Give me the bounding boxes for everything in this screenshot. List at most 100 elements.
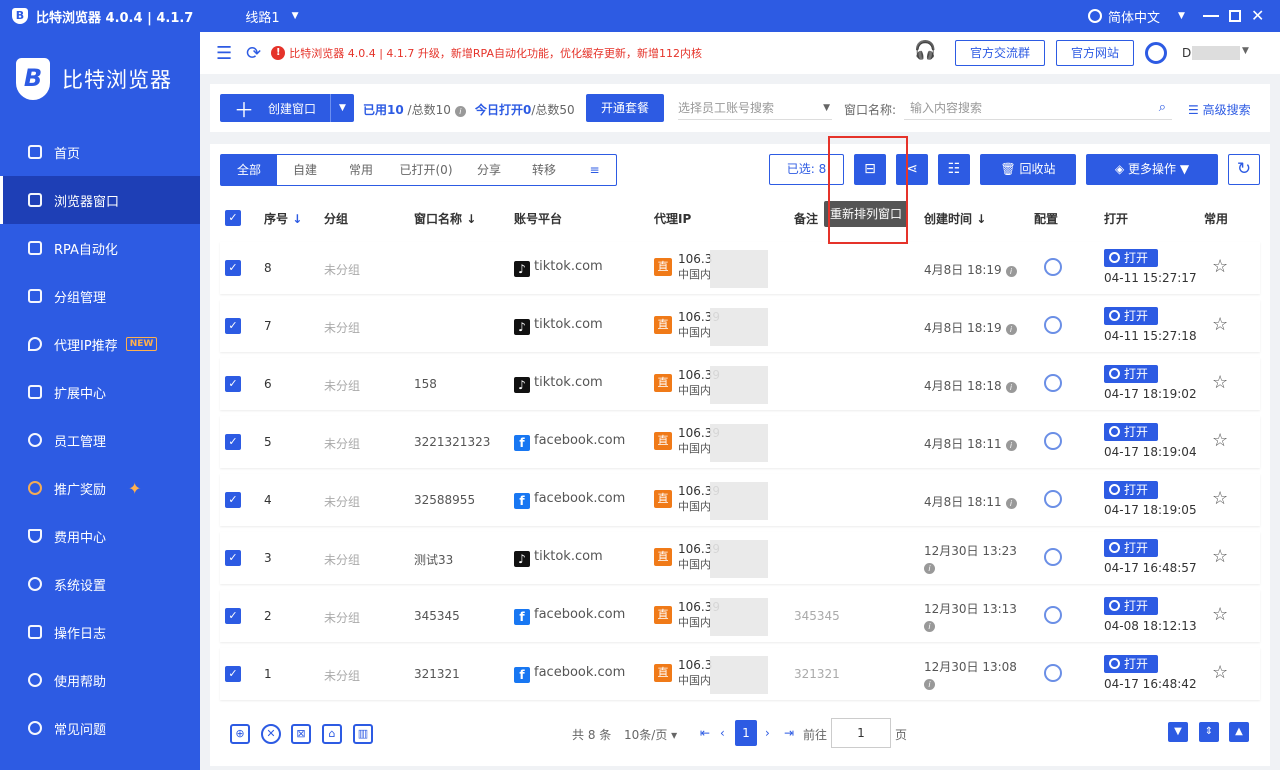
employee-select[interactable]: 选择员工账号搜索▼ [678,96,832,120]
batch-delete-icon[interactable]: ▥ [353,724,373,744]
sidebar-item-employees[interactable]: 员工管理 [0,416,200,464]
collapse-icon[interactable]: ⇕ [1199,722,1219,742]
page-number[interactable]: 1 [735,720,757,746]
open-button[interactable]: 打开 [1104,423,1158,441]
tab-transferred[interactable]: 转移 [515,155,573,185]
row-checkbox[interactable]: ✓ [225,260,241,276]
open-button[interactable]: 打开 [1104,365,1158,383]
fingerprint-icon[interactable] [1044,374,1062,392]
recycle-bin-button[interactable]: 🗑 回收站 [980,154,1076,185]
open-button[interactable]: 打开 [1104,307,1158,325]
open-button[interactable]: 打开 [1104,597,1158,615]
col-window-name[interactable]: 窗口名称 ↓ [414,210,476,227]
search-icon[interactable]: ⌕ [1159,96,1166,120]
tab-self-created[interactable]: 自建 [277,155,333,185]
scroll-up-icon[interactable]: ▲ [1229,722,1249,742]
sidebar-item-logs[interactable]: 操作日志 [0,608,200,656]
star-icon[interactable]: ☆ [1212,662,1228,683]
scroll-down-icon[interactable]: ▼ [1168,722,1188,742]
select-all-checkbox[interactable]: ✓ [225,210,241,226]
tab-all[interactable]: 全部 [221,155,277,185]
route-caret-icon[interactable]: ▼ [292,11,299,21]
sidebar-item-browser-windows[interactable]: 浏览器窗口 [0,176,200,224]
sidebar-item-groups[interactable]: 分组管理 [0,272,200,320]
page-size-select[interactable]: 10条/页 ▾ [624,726,677,743]
star-icon[interactable]: ☆ [1212,372,1228,393]
row-checkbox[interactable]: ✓ [225,318,241,334]
sync-icon[interactable]: ⟳ [246,43,261,64]
minimize-icon[interactable] [1203,8,1219,24]
table-row[interactable]: ✓1未分组321321ffacebook.com直106.3中国内3213211… [220,648,1260,700]
sidebar-item-help[interactable]: 使用帮助 [0,656,200,704]
open-button[interactable]: 打开 [1104,481,1158,499]
batch-recycle-icon[interactable]: ⌂ [322,724,342,744]
table-row[interactable]: ✓5未分组3221321323ffacebook.com直106.39中国内4月… [220,416,1260,468]
sidebar-item-faq[interactable]: 常见问题 [0,704,200,752]
row-checkbox[interactable]: ✓ [225,550,241,566]
route-selector[interactable]: 线路1 [245,7,279,26]
avatar[interactable] [1145,42,1167,64]
username[interactable]: D [1182,46,1191,60]
refresh-icon[interactable]: ↻ [1228,154,1260,185]
table-row[interactable]: ✓4未分组32588955ffacebook.com直106.39中国内4月8日… [220,474,1260,526]
last-page-icon[interactable]: ⇥ [784,726,794,740]
info-icon[interactable]: i [1006,324,1017,335]
first-page-icon[interactable]: ⇤ [700,726,710,740]
community-button[interactable]: 官方交流群 [955,40,1045,66]
row-checkbox[interactable]: ✓ [225,434,241,450]
open-button[interactable]: 打开 [1104,655,1158,673]
open-package-button[interactable]: 开通套餐 [586,94,664,122]
batch-close-icon[interactable]: ✕ [261,724,281,744]
star-icon[interactable]: ☆ [1212,314,1228,335]
create-window-button[interactable]: ＋ 创建窗口 ▼ [220,94,354,122]
headset-icon[interactable]: 🎧 [914,40,942,64]
row-checkbox[interactable]: ✓ [225,376,241,392]
star-icon[interactable]: ☆ [1212,256,1228,277]
table-row[interactable]: ✓2未分组345345ffacebook.com直106.39中国内345345… [220,590,1260,642]
tab-shared[interactable]: 分享 [463,155,515,185]
fingerprint-icon[interactable] [1044,258,1062,276]
create-dropdown-icon[interactable]: ▼ [330,94,354,122]
batch-clear-icon[interactable]: ⊠ [291,724,311,744]
goto-page-input[interactable]: 1 [831,718,891,748]
row-checkbox[interactable]: ✓ [225,492,241,508]
sidebar-item-home[interactable]: 首页 [0,128,200,176]
table-row[interactable]: ✓3未分组测试33♪tiktok.com直106.39中国内12月30日 13:… [220,532,1260,584]
sidebar-item-settings[interactable]: 系统设置 [0,560,200,608]
prev-page-icon[interactable]: ‹ [720,726,725,740]
col-seq[interactable]: 序号 ↓ [264,210,302,227]
collapse-menu-icon[interactable]: ☰ [216,43,232,64]
batch-open-icon[interactable]: ⊕ [230,724,250,744]
open-button[interactable]: 打开 [1104,539,1158,557]
col-created[interactable]: 创建时间 ↓ [924,210,986,227]
fingerprint-icon[interactable] [1044,606,1062,624]
star-icon[interactable]: ☆ [1212,546,1228,567]
table-row[interactable]: ✓8未分组♪tiktok.com直106.3中国内4月8日 18:19 i打开0… [220,242,1260,294]
tab-opened[interactable]: 已打开(0) [389,155,463,185]
row-checkbox[interactable]: ✓ [225,608,241,624]
sidebar-item-rpa[interactable]: RPA自动化 [0,224,200,272]
sidebar-item-proxy[interactable]: 代理IP推荐NEW [0,320,200,368]
list-view-icon[interactable]: ☷ [938,154,970,185]
website-button[interactable]: 官方网站 [1056,40,1134,66]
info-icon[interactable]: i [924,679,935,690]
sort-icon[interactable]: ≡ [573,155,616,185]
sidebar-item-extensions[interactable]: 扩展中心 [0,368,200,416]
fingerprint-icon[interactable] [1044,548,1062,566]
sidebar-item-rewards[interactable]: 推广奖励✦ [0,464,200,512]
user-caret-icon[interactable]: ▼ [1242,46,1249,56]
row-checkbox[interactable]: ✓ [225,666,241,682]
info-icon[interactable]: i [924,563,935,574]
fingerprint-icon[interactable] [1044,490,1062,508]
next-page-icon[interactable]: › [765,726,770,740]
update-notice[interactable]: !比特浏览器 4.0.4 | 4.1.7 升级，新增RPA自动化功能，优化缓存更… [271,45,702,61]
fingerprint-icon[interactable] [1044,316,1062,334]
language-selector[interactable]: 简体中文 ▼ [1088,0,1185,32]
search-input[interactable]: 输入内容搜索⌕ [904,96,1172,120]
star-icon[interactable]: ☆ [1212,430,1228,451]
info-icon[interactable]: i [1006,498,1017,509]
fingerprint-icon[interactable] [1044,432,1062,450]
info-icon[interactable]: i [1006,440,1017,451]
info-icon[interactable]: i [455,106,466,117]
advanced-search-link[interactable]: ☰ 高级搜索 [1188,101,1251,118]
